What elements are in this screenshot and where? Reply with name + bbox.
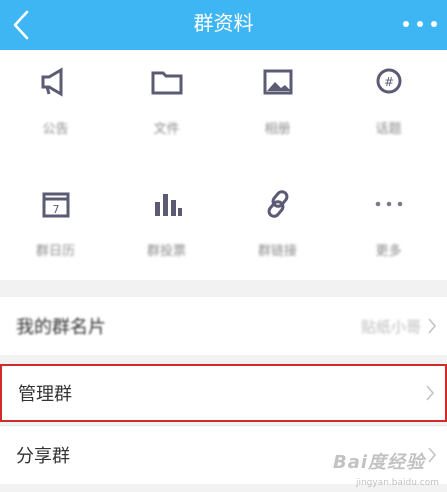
feature-grid: 公告 文件 相册 # 话题 7 群日历 群投票 群链接 更多 — [0, 50, 447, 280]
row-label: 分享群 — [16, 446, 70, 467]
feature-vote[interactable]: 群投票 — [111, 172, 222, 282]
feature-label: 公告 — [42, 122, 69, 137]
manage-group-row[interactable]: 管理群 — [0, 364, 447, 422]
feature-label: 文件 — [153, 122, 180, 137]
page-title: 群资料 — [193, 11, 254, 35]
feature-label: 话题 — [375, 122, 402, 137]
more-dots-icon[interactable] — [403, 12, 437, 36]
megaphone-icon — [36, 64, 76, 100]
top-bar: 群资料 — [0, 0, 447, 50]
more-horizontal-icon — [369, 186, 409, 222]
feature-label: 相册 — [264, 122, 291, 137]
folder-icon — [147, 64, 187, 100]
photo-album-icon — [258, 64, 298, 100]
chevron-right-icon — [425, 315, 439, 337]
row-label: 我的群名片 — [16, 317, 106, 338]
feature-label: 群日历 — [35, 244, 75, 259]
watermark-sub: jingyan.baidu.com — [355, 478, 439, 488]
feature-announcement[interactable]: 公告 — [0, 50, 111, 160]
calendar-icon: 7 — [36, 186, 76, 222]
svg-text:#: # — [384, 75, 394, 89]
watermark-main: Bai度经验 — [333, 452, 426, 473]
feature-files[interactable]: 文件 — [111, 50, 222, 160]
row-value: 贴纸小哥 — [360, 317, 421, 336]
feature-topic[interactable]: # 话题 — [333, 50, 444, 160]
feature-link[interactable]: 群链接 — [222, 172, 333, 282]
bar-chart-icon — [147, 186, 187, 222]
svg-text:7: 7 — [53, 203, 60, 216]
feature-album[interactable]: 相册 — [222, 50, 333, 160]
feature-label: 群投票 — [146, 244, 186, 259]
row-label: 管理群 — [18, 384, 72, 405]
feature-label: 更多 — [375, 244, 402, 259]
my-group-card-row[interactable]: 我的群名片 贴纸小哥 — [0, 297, 447, 355]
link-icon — [258, 186, 298, 222]
chevron-right-icon — [423, 382, 437, 404]
feature-calendar[interactable]: 7 群日历 — [0, 172, 111, 282]
feature-label: 群链接 — [257, 244, 297, 259]
topic-icon: # — [369, 64, 409, 100]
feature-more[interactable]: 更多 — [333, 172, 444, 282]
watermark: Bai度经验 jingyan.baidu.com — [325, 442, 445, 488]
